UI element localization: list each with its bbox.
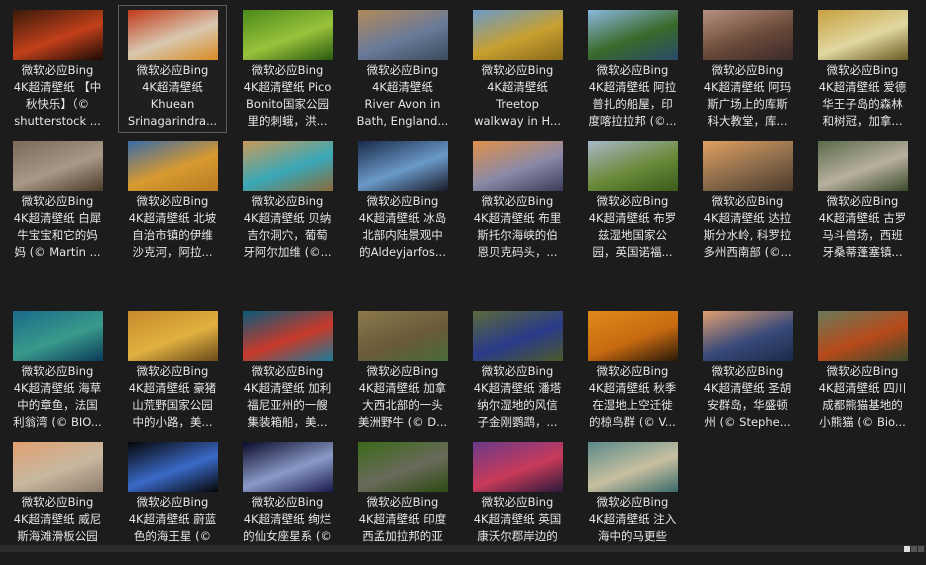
file-name: 微软必应Bing 4K超清壁纸 圣胡 安群岛，华盛顿 州 (© Stephe..… bbox=[703, 364, 792, 429]
image-thumbnail bbox=[358, 442, 448, 492]
image-thumbnail bbox=[243, 10, 333, 60]
file-name: 微软必应Bing 4K超清壁纸 布罗 兹湿地国家公 园，英国诺福... bbox=[588, 194, 677, 259]
image-thumbnail bbox=[473, 442, 563, 492]
file-item[interactable]: 微软必应Bing 4K超清壁纸 River Avon in Bath, Engl… bbox=[348, 5, 457, 133]
file-item[interactable]: 微软必应Bing 4K超清壁纸 白犀 牛宝宝和它的妈 妈 (© Martin .… bbox=[3, 136, 112, 264]
file-name: 微软必应Bing 4K超清壁纸 贝纳 吉尔洞穴，葡萄 牙阿尔加维 (©... bbox=[243, 194, 332, 259]
file-name: 微软必应Bing 4K超清壁纸 Treetop walkway in H... bbox=[474, 63, 561, 128]
file-name: 微软必应Bing 4K超清壁纸 阿玛 斯广场上的库斯 科大教堂，库... bbox=[703, 63, 792, 128]
file-item[interactable]: 微软必应Bing 4K超清壁纸 古罗 马斗兽场，西班 牙桑蒂蓬塞镇... bbox=[808, 136, 917, 264]
file-name: 微软必应Bing 4K超清壁纸 加拿 大西北部的一头 美洲野牛 (© D... bbox=[357, 364, 448, 429]
image-thumbnail bbox=[473, 311, 563, 361]
image-thumbnail bbox=[13, 141, 103, 191]
image-thumbnail bbox=[818, 311, 908, 361]
image-thumbnail bbox=[588, 311, 678, 361]
image-thumbnail bbox=[473, 141, 563, 191]
file-name: 微软必应Bing 4K超清壁纸 阿拉 普扎的船屋，印 度喀拉拉邦 (©... bbox=[588, 63, 677, 128]
image-thumbnail bbox=[588, 10, 678, 60]
file-item[interactable]: 微软必应Bing 4K超清壁纸 Khuean Srinagarindra... bbox=[118, 5, 227, 133]
file-name: 微软必应Bing 4K超清壁纸 海草 中的章鱼，法国 利翁湾 (© BIO... bbox=[13, 364, 102, 429]
file-name: 微软必应Bing 4K超清壁纸 白犀 牛宝宝和它的妈 妈 (© Martin .… bbox=[13, 194, 102, 259]
image-thumbnail bbox=[128, 141, 218, 191]
file-name: 微软必应Bing 4K超清壁纸 布里 斯托尔海峡的伯 恩贝克码头，... bbox=[473, 194, 562, 259]
image-thumbnail bbox=[818, 10, 908, 60]
file-item[interactable]: 微软必应Bing 4K超清壁纸 海草 中的章鱼，法国 利翁湾 (© BIO... bbox=[3, 306, 112, 434]
image-thumbnail bbox=[128, 311, 218, 361]
image-thumbnail bbox=[703, 10, 793, 60]
image-thumbnail bbox=[243, 141, 333, 191]
file-item[interactable]: 微软必应Bing 4K超清壁纸 布罗 兹湿地国家公 园，英国诺福... bbox=[578, 136, 687, 264]
file-name: 微软必应Bing 4K超清壁纸 Khuean Srinagarindra... bbox=[127, 63, 218, 128]
file-item[interactable]: 微软必应Bing 4K超清壁纸 四川 成都熊猫基地的 小熊猫 (© Bio... bbox=[808, 306, 917, 434]
image-thumbnail bbox=[128, 10, 218, 60]
image-thumbnail bbox=[703, 311, 793, 361]
file-item[interactable]: 微软必应Bing 4K超清壁纸 Pico Bonito国家公园 里的刺蛾，洪..… bbox=[233, 5, 342, 133]
image-thumbnail bbox=[818, 141, 908, 191]
file-name: 微软必应Bing 4K超清壁纸 【中 秋快乐】（© shutterstock .… bbox=[13, 63, 102, 128]
file-name: 微软必应Bing 4K超清壁纸 秋季 在湿地上空迁徙 的椋鸟群 (© V... bbox=[588, 364, 677, 429]
file-item[interactable]: 微软必应Bing 4K超清壁纸 冰岛 北部内陆景观中 的Aldeyjarfos.… bbox=[348, 136, 457, 264]
file-name: 微软必应Bing 4K超清壁纸 达拉 斯分水岭, 科罗拉 多州西南部 (©... bbox=[703, 194, 792, 259]
file-name: 微软必应Bing 4K超清壁纸 潘塔 纳尔湿地的风信 子金刚鹦鹉，... bbox=[473, 364, 562, 429]
file-name: 微软必应Bing 4K超清壁纸 北坡 自治市镇的伊维 沙克河，阿拉... bbox=[128, 194, 217, 259]
file-item[interactable]: 微软必应Bing 4K超清壁纸 豪猪 山荒野国家公园 中的小路，美... bbox=[118, 306, 227, 434]
tiles-view-icon[interactable] bbox=[918, 546, 924, 552]
file-name: 微软必应Bing 4K超清壁纸 Pico Bonito国家公园 里的刺蛾，洪..… bbox=[243, 63, 332, 128]
image-thumbnail bbox=[588, 442, 678, 492]
details-view-icon[interactable] bbox=[904, 546, 910, 552]
image-thumbnail bbox=[13, 442, 103, 492]
large-icons-view-icon[interactable] bbox=[911, 546, 917, 552]
image-thumbnail bbox=[243, 311, 333, 361]
file-item[interactable]: 微软必应Bing 4K超清壁纸 圣胡 安群岛，华盛顿 州 (© Stephe..… bbox=[693, 306, 802, 434]
file-item[interactable]: 微软必应Bing 4K超清壁纸 北坡 自治市镇的伊维 沙克河，阿拉... bbox=[118, 136, 227, 264]
file-item[interactable]: 微软必应Bing 4K超清壁纸 阿玛 斯广场上的库斯 科大教堂，库... bbox=[693, 5, 802, 133]
file-item[interactable]: 微软必应Bing 4K超清壁纸 达拉 斯分水岭, 科罗拉 多州西南部 (©... bbox=[693, 136, 802, 264]
file-item[interactable]: 微软必应Bing 4K超清壁纸 阿拉 普扎的船屋，印 度喀拉拉邦 (©... bbox=[578, 5, 687, 133]
file-item[interactable]: 微软必应Bing 4K超清壁纸 布里 斯托尔海峡的伯 恩贝克码头，... bbox=[463, 136, 572, 264]
file-item[interactable]: 微软必应Bing 4K超清壁纸 加利 福尼亚州的一艘 集装箱船，美... bbox=[233, 306, 342, 434]
file-grid: 微软必应Bing 4K超清壁纸 【中 秋快乐】（© shutterstock .… bbox=[0, 0, 926, 545]
file-item[interactable]: 微软必应Bing 4K超清壁纸 秋季 在湿地上空迁徙 的椋鸟群 (© V... bbox=[578, 306, 687, 434]
file-name: 微软必应Bing 4K超清壁纸 River Avon in Bath, Engl… bbox=[356, 63, 449, 128]
status-bar bbox=[0, 545, 926, 552]
image-thumbnail bbox=[358, 311, 448, 361]
file-name: 微软必应Bing 4K超清壁纸 爱德 华王子岛的森林 和树冠，加拿... bbox=[818, 63, 907, 128]
image-thumbnail bbox=[128, 442, 218, 492]
image-thumbnail bbox=[13, 10, 103, 60]
image-thumbnail bbox=[358, 10, 448, 60]
file-name: 微软必应Bing 4K超清壁纸 豪猪 山荒野国家公园 中的小路，美... bbox=[128, 364, 217, 429]
file-item[interactable]: 微软必应Bing 4K超清壁纸 贝纳 吉尔洞穴，葡萄 牙阿尔加维 (©... bbox=[233, 136, 342, 264]
image-thumbnail bbox=[473, 10, 563, 60]
file-name: 微软必应Bing 4K超清壁纸 古罗 马斗兽场，西班 牙桑蒂蓬塞镇... bbox=[818, 194, 907, 259]
file-item[interactable]: 微软必应Bing 4K超清壁纸 加拿 大西北部的一头 美洲野牛 (© D... bbox=[348, 306, 457, 434]
file-item[interactable]: 微软必应Bing 4K超清壁纸 【中 秋快乐】（© shutterstock .… bbox=[3, 5, 112, 133]
image-thumbnail bbox=[703, 141, 793, 191]
file-name: 微软必应Bing 4K超清壁纸 冰岛 北部内陆景观中 的Aldeyjarfos.… bbox=[358, 194, 447, 259]
file-item[interactable]: 微软必应Bing 4K超清壁纸 爱德 华王子岛的森林 和树冠，加拿... bbox=[808, 5, 917, 133]
image-thumbnail bbox=[243, 442, 333, 492]
image-thumbnail bbox=[588, 141, 678, 191]
file-item[interactable]: 微软必应Bing 4K超清壁纸 潘塔 纳尔湿地的风信 子金刚鹦鹉，... bbox=[463, 306, 572, 434]
image-thumbnail bbox=[358, 141, 448, 191]
file-name: 微软必应Bing 4K超清壁纸 加利 福尼亚州的一艘 集装箱船，美... bbox=[243, 364, 332, 429]
image-thumbnail bbox=[13, 311, 103, 361]
file-item[interactable]: 微软必应Bing 4K超清壁纸 Treetop walkway in H... bbox=[463, 5, 572, 133]
file-name: 微软必应Bing 4K超清壁纸 四川 成都熊猫基地的 小熊猫 (© Bio... bbox=[818, 364, 907, 429]
